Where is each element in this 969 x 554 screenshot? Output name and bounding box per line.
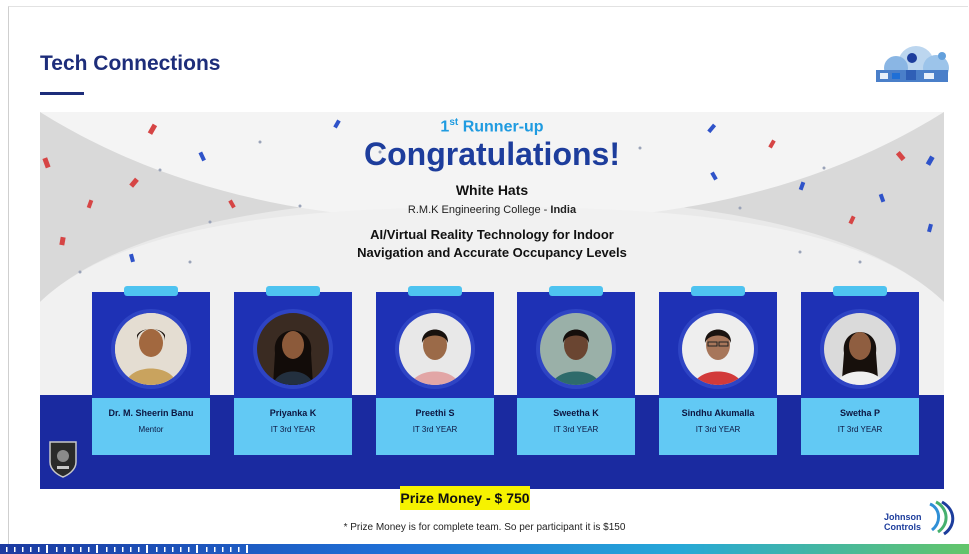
card-tab	[124, 286, 178, 296]
project-title-line-2: Navigation and Accurate Occupancy Levels	[357, 245, 627, 260]
college-country: India	[550, 204, 577, 216]
project-title: AI/Virtual Reality Technology for Indoor…	[40, 226, 944, 262]
member-info: Sindhu Akumalla IT 3rd YEAR	[659, 398, 777, 455]
brand-name-line-2: Controls	[884, 522, 921, 532]
member-role: Mentor	[138, 425, 164, 434]
member-name: Preethi S	[415, 408, 455, 418]
card-tab	[549, 286, 603, 296]
member-card: Sweetha K IT 3rd YEAR	[517, 286, 635, 455]
member-role: IT 3rd YEAR	[837, 425, 883, 434]
page-title: Tech Connections	[40, 52, 221, 75]
runner-up-label: 1st Runner-up	[40, 117, 944, 136]
person-avatar-icon	[682, 313, 754, 385]
brand-name: Johnson Controls	[884, 512, 922, 532]
runner-up-suffix: st	[449, 117, 459, 128]
prize-money-badge: Prize Money - $ 750	[400, 486, 530, 510]
member-card: Preethi S IT 3rd YEAR	[376, 286, 494, 455]
member-card: Sindhu Akumalla IT 3rd YEAR	[659, 286, 777, 455]
member-name: Swetha P	[839, 408, 880, 418]
card-tab	[266, 286, 320, 296]
project-title-line-1: AI/Virtual Reality Technology for Indoor	[370, 227, 614, 242]
person-avatar-icon	[399, 313, 471, 385]
person-avatar-icon	[115, 313, 187, 385]
title-underline	[40, 92, 84, 95]
member-card: Swetha P IT 3rd YEAR	[801, 286, 919, 455]
member-photo	[678, 309, 758, 389]
member-info: Priyanka K IT 3rd YEAR	[234, 398, 352, 455]
footer-tick-pattern	[6, 545, 248, 553]
member-name: Sindhu Akumalla	[681, 408, 755, 418]
member-info: Sweetha K IT 3rd YEAR	[517, 398, 635, 455]
member-name: Priyanka K	[269, 408, 317, 418]
card-tab	[833, 286, 887, 296]
event-logo-icon	[876, 46, 949, 82]
brand-name-line-1: Johnson	[884, 512, 922, 522]
college-line: R.M.K Engineering College - India	[40, 204, 944, 216]
college-crest-icon	[49, 441, 77, 478]
member-name: Sweetha K	[553, 408, 599, 418]
card-tab	[691, 286, 745, 296]
person-avatar-icon	[824, 313, 896, 385]
award-banner: 1st Runner-up Congratulations! White Hat…	[40, 112, 944, 489]
member-role: IT 3rd YEAR	[270, 425, 316, 434]
prize-footnote: * Prize Money is for complete team. So p…	[343, 522, 626, 533]
member-photo	[395, 309, 475, 389]
member-card: Priyanka K IT 3rd YEAR	[234, 286, 352, 455]
member-photo	[536, 309, 616, 389]
person-avatar-icon	[257, 313, 329, 385]
member-role: IT 3rd YEAR	[695, 425, 741, 434]
congratulations-headline: Congratulations!	[364, 136, 620, 172]
college-name: R.M.K Engineering College -	[407, 204, 551, 216]
member-photo	[253, 309, 333, 389]
runner-up-number: 1	[440, 118, 450, 136]
person-avatar-icon	[540, 313, 612, 385]
member-photo	[111, 309, 191, 389]
member-role: IT 3rd YEAR	[553, 425, 599, 434]
member-photo	[820, 309, 900, 389]
member-name: Dr. M. Sheerin Banu	[108, 408, 194, 418]
team-name: White Hats	[455, 182, 529, 198]
member-info: Preethi S IT 3rd YEAR	[376, 398, 494, 455]
card-tab	[408, 286, 462, 296]
member-info: Dr. M. Sheerin Banu Mentor	[92, 398, 210, 455]
runner-up-text: Runner-up	[462, 118, 544, 136]
member-info: Swetha P IT 3rd YEAR	[801, 398, 919, 455]
member-card: Dr. M. Sheerin Banu Mentor	[92, 286, 210, 455]
member-role: IT 3rd YEAR	[412, 425, 458, 434]
